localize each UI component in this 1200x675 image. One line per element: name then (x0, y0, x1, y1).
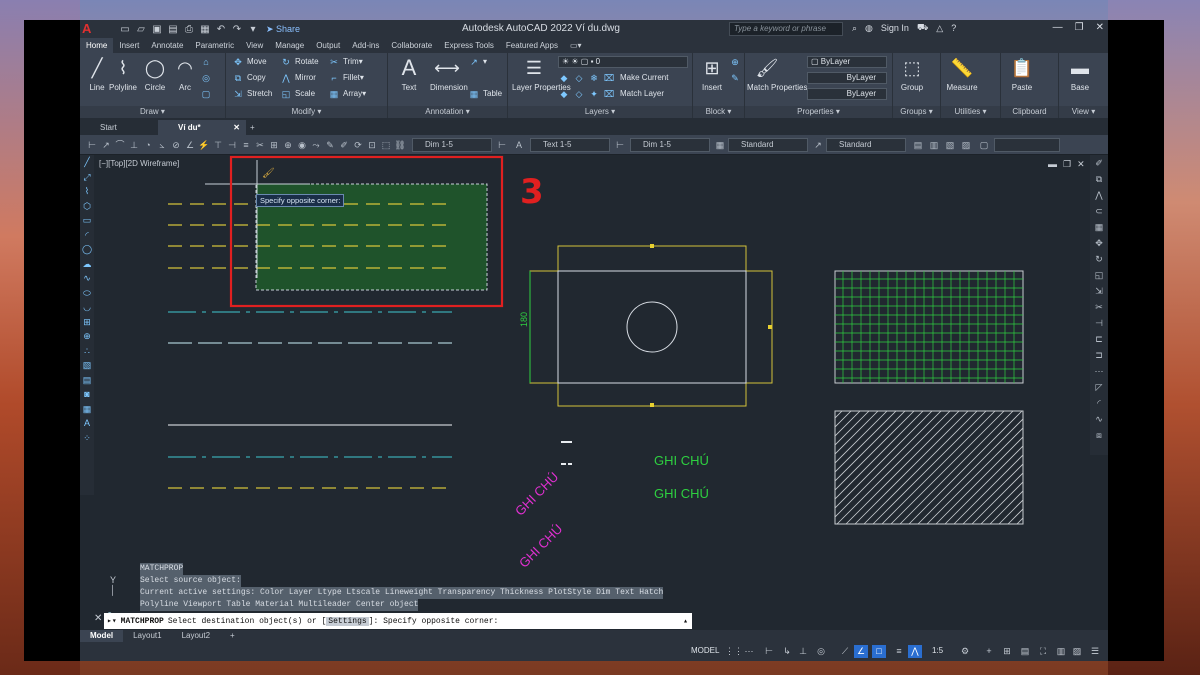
white-rectangle[interactable] (557, 270, 747, 384)
ucs-icon: Y │ (110, 575, 117, 595)
paintbrush-cursor-icon: 🖌 (262, 167, 275, 179)
dynamic-input-icon[interactable]: ↳ (780, 645, 794, 658)
viewport-controls-label[interactable]: [−][Top][2D Wireframe] (99, 159, 179, 168)
history-line-1: MATCHPROP (140, 563, 184, 575)
customization-menu-icon[interactable]: ☰ (1088, 645, 1102, 658)
command-name: MATCHPROP (120, 616, 164, 626)
snap-icon[interactable]: ⋯ (742, 645, 756, 658)
annotation-visibility-icon[interactable]: ⋀ (908, 645, 922, 658)
layout-tabs: Model Layout1 Layout2 + (80, 630, 1108, 642)
isodraft-icon[interactable]: ⟋ (838, 645, 852, 658)
diagonal-hatch[interactable] (720, 394, 1108, 524)
step-number: 3 (520, 172, 544, 212)
plus-icon[interactable]: + (982, 645, 996, 658)
command-prompt-pre: Select destination object(s) or [ (167, 616, 327, 626)
workspace-gear-icon[interactable]: ⚙ (958, 645, 972, 658)
lock-ui-icon[interactable]: ⛶ (1036, 645, 1050, 658)
diagonal-hatch-line (1035, 394, 1108, 524)
tab-model[interactable]: Model (80, 630, 124, 642)
clean-screen-icon[interactable]: ▨ (1070, 645, 1084, 658)
autocad-window: A ▭ ▱ ▣ ▤ ⎙ ▦ ↶ ↷ ▾ ➤ Share Autodesk Aut… (80, 20, 1108, 661)
tab-layout1[interactable]: Layout1 (123, 630, 171, 642)
center-circle[interactable] (626, 301, 678, 353)
diagonal-hatch-line (980, 481, 1023, 524)
grid-icon[interactable]: ⋮⋮ (725, 645, 743, 658)
diagonal-hatch-line (1016, 517, 1023, 524)
letterbox-right (1108, 20, 1164, 661)
history-line-2: Select source object: (140, 575, 241, 587)
grip-top[interactable] (650, 244, 654, 248)
settings-option[interactable]: Settings (326, 616, 369, 626)
command-prompt-icon: ▸▾ (107, 617, 117, 626)
command-history: MATCHPROP Select source object: Current … (138, 563, 665, 611)
command-line-input[interactable]: ▸▾ MATCHPROP Select destination object(s… (104, 613, 692, 629)
yellow-rectangle[interactable] (557, 245, 747, 407)
command-history-chevron-icon[interactable]: ▴ (683, 616, 688, 626)
model-space-button[interactable]: MODEL (691, 646, 719, 655)
yellow-rectangle-wide[interactable] (529, 270, 773, 384)
units-icon[interactable]: ⊞ (1000, 645, 1014, 658)
close-command-line-icon[interactable]: ✕ (94, 613, 102, 624)
diagonal-hatch-line (720, 394, 850, 524)
add-layout-button[interactable]: + (220, 630, 245, 642)
command-prompt-post: ]: Specify opposite corner: (368, 616, 499, 626)
diagonal-hatch-line (1026, 394, 1108, 524)
diagonal-hatch-line (989, 490, 1023, 524)
cyan-centerlines[interactable] (168, 311, 452, 458)
lineweight-icon[interactable]: ≡ (892, 645, 906, 658)
viewport-restore-icon[interactable]: ❐ (1063, 159, 1071, 170)
diagonal-hatch-line (998, 499, 1023, 524)
grip-right[interactable] (768, 325, 772, 329)
polar-icon[interactable]: ◎ (814, 645, 828, 658)
annotation-scale[interactable]: 1:5 (932, 646, 943, 655)
viewport-close-icon[interactable]: ✕ (1077, 159, 1085, 170)
viewport-minimize-icon[interactable]: ▬ (1048, 159, 1057, 170)
object-snap-icon[interactable]: □ (872, 645, 886, 658)
cursor-tooltip: Specify opposite corner: (256, 194, 345, 207)
note-text-2[interactable]: GHI CHÚ (654, 486, 709, 501)
tab-layout2[interactable]: Layout2 (172, 630, 220, 642)
status-bar: MODEL ⋮⋮ ⋯ ⊢ ↳ ⊥ ◎ ⟋ ∠ □ ≡ ⋀ 1:5 ⚙ + ⊞ ▤… (80, 642, 1108, 661)
isolate-objects-icon[interactable]: ▥ (1054, 645, 1068, 658)
object-snap-tracking-icon[interactable]: ∠ (854, 645, 868, 658)
history-line-4: Polyline Viewport Table Material Multile… (140, 599, 419, 611)
viewport-window-controls: ▬ ❐ ✕ (1048, 159, 1085, 170)
grid-hatch[interactable] (835, 271, 1023, 383)
ortho-icon[interactable]: ⊥ (796, 645, 810, 658)
infer-icon[interactable]: ⊢ (762, 645, 776, 658)
quick-properties-icon[interactable]: ▤ (1018, 645, 1032, 658)
letterbox-left (24, 20, 80, 661)
history-line-3: Current active settings: Color Layer Lty… (140, 587, 664, 599)
grip-bottom[interactable] (650, 403, 654, 407)
dimension-text[interactable]: 180 (519, 312, 529, 327)
note-text-1[interactable]: GHI CHÚ (654, 453, 709, 468)
